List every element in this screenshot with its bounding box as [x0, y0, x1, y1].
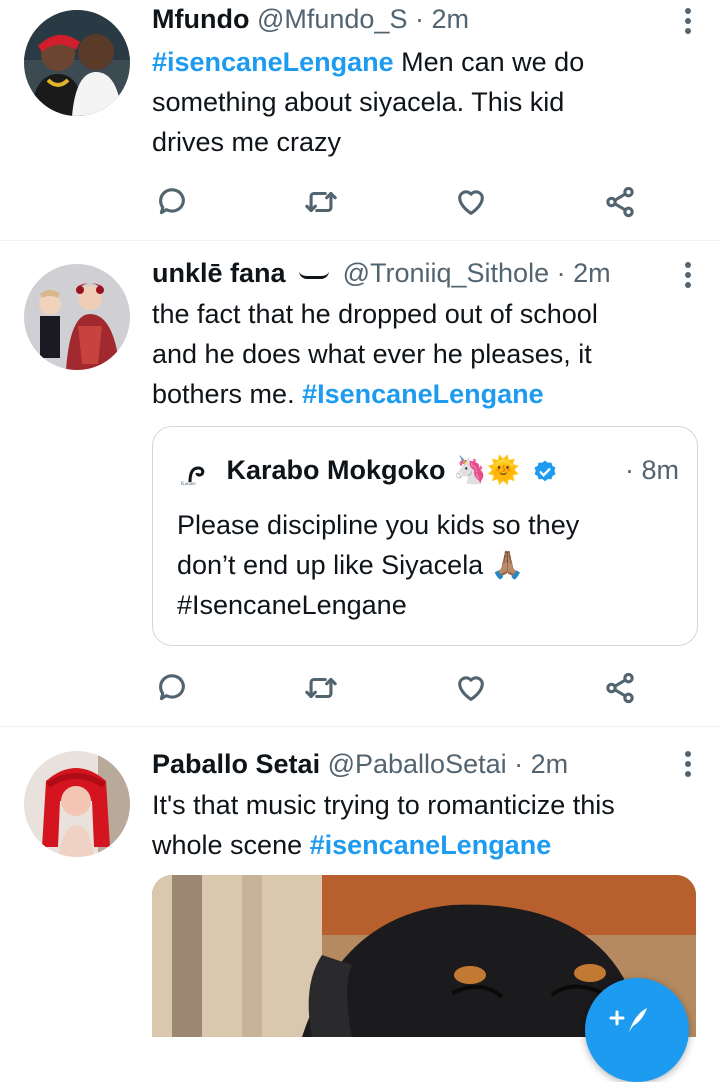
display-name[interactable]: unklē fana [152, 258, 286, 288]
hashtag-link[interactable]: #isencaneLengane [152, 47, 394, 77]
reply-icon[interactable] [152, 668, 192, 708]
like-icon[interactable] [451, 668, 491, 708]
quoted-tweet[interactable]: Karabo Karabo Mokgoko 🦄🌞 · 8m Please dis… [152, 426, 698, 646]
tweet-actions [152, 668, 640, 708]
handle: @Troniiq_Sithole [342, 258, 550, 288]
tweet-header: Mfundo @Mfundo_S · 2m [152, 2, 696, 36]
compose-icon [607, 1004, 651, 1034]
handle: @Mfundo_S [256, 4, 408, 34]
quote-text: Please discipline you kids so they don’t… [177, 510, 580, 620]
tweet-text: the fact that he dropped out of school a… [152, 299, 598, 409]
reply-icon[interactable] [152, 182, 192, 222]
more-icon[interactable] [682, 262, 694, 292]
svg-text:Karabo: Karabo [181, 482, 196, 486]
avatar[interactable] [24, 751, 130, 857]
tweet-header: Paballo Setai @PaballoSetai · 2m [152, 747, 696, 781]
hashtag-link[interactable]: #isencaneLengane [310, 830, 552, 860]
tweet-text: #isencaneLengane Men can we do something… [152, 47, 585, 157]
quote-avatar: Karabo [181, 458, 209, 487]
tweet-1[interactable]: Mfundo @Mfundo_S · 2m #isencaneLengane M… [0, 0, 720, 241]
quote-display-name[interactable]: Karabo Mokgoko [227, 455, 446, 485]
hashtag-link[interactable]: #IsencaneLengane [302, 379, 544, 409]
handle: @PaballoSetai [327, 749, 507, 779]
quote-timestamp[interactable]: · 8m [625, 453, 679, 487]
tweet-actions [152, 182, 640, 222]
more-icon[interactable] [682, 751, 694, 781]
tweet-2[interactable]: unklē fana @Troniiq_Sithole · 2m the fac… [0, 240, 720, 727]
quote-header: Karabo Karabo Mokgoko 🦄🌞 [181, 453, 558, 487]
verified-icon [532, 459, 558, 485]
display-name[interactable]: Paballo Setai [152, 749, 320, 779]
timestamp[interactable]: · 2m [415, 4, 469, 34]
retweet-icon[interactable] [301, 668, 341, 708]
avatar[interactable] [24, 10, 130, 116]
like-icon[interactable] [451, 182, 491, 222]
display-name[interactable]: Mfundo [152, 4, 249, 34]
share-icon[interactable] [600, 668, 640, 708]
tweet-text: It's that music trying to romanticize th… [152, 790, 615, 860]
more-icon[interactable] [682, 8, 694, 38]
retweet-icon[interactable] [301, 182, 341, 222]
avatar[interactable] [24, 264, 130, 370]
tweet-header: unklē fana @Troniiq_Sithole · 2m [152, 256, 696, 290]
compose-button[interactable] [585, 978, 689, 1082]
timestamp[interactable]: · 2m [514, 749, 568, 779]
share-icon[interactable] [600, 182, 640, 222]
emoji-decoration [299, 270, 330, 280]
quote-emoji: 🦄🌞 [453, 455, 521, 485]
timestamp[interactable]: · 2m [557, 258, 611, 288]
